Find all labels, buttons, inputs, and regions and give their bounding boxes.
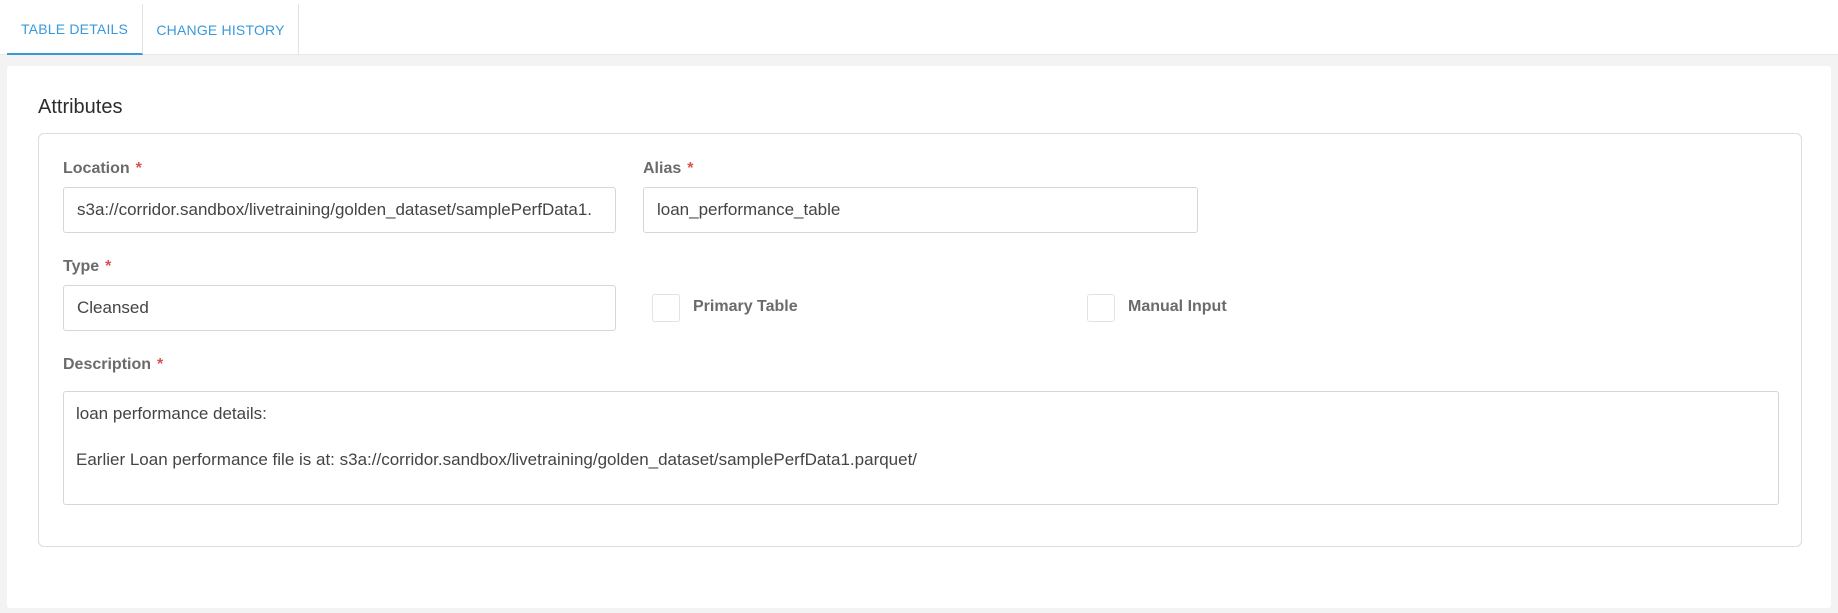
location-label-text: Location [63, 160, 130, 177]
type-label-text: Type [63, 258, 100, 275]
manual-input-label: Manual Input [1128, 298, 1227, 315]
location-label: Location * [63, 160, 142, 178]
type-required-marker: * [105, 258, 112, 275]
description-textarea[interactable]: loan performance details: Earlier Loan p… [63, 391, 1779, 505]
alias-label-text: Alias [643, 160, 682, 177]
description-line-2 [76, 425, 1766, 448]
manual-input-checkbox[interactable] [1087, 294, 1115, 322]
tab-bar: TABLE DETAILS CHANGE HISTORY [0, 0, 1838, 55]
location-value: s3a://corridor.sandbox/livetraining/gold… [77, 200, 593, 219]
type-value: Cleansed [77, 298, 149, 317]
alias-label: Alias * [643, 160, 693, 178]
alias-required-marker: * [687, 160, 694, 177]
tab-change-history[interactable]: CHANGE HISTORY [143, 4, 299, 55]
description-line-3: Earlier Loan performance file is at: s3a… [76, 450, 918, 469]
location-input[interactable]: s3a://corridor.sandbox/livetraining/gold… [63, 187, 616, 233]
primary-table-label: Primary Table [693, 298, 798, 315]
type-label: Type * [63, 258, 111, 276]
description-required-marker: * [157, 356, 164, 373]
description-label-text: Description [63, 356, 152, 373]
alias-input[interactable]: loan_performance_table [643, 187, 1198, 233]
description-label: Description * [63, 356, 163, 374]
attributes-fieldset: Location * s3a://corridor.sandbox/livetra… [38, 133, 1802, 547]
primary-table-checkbox[interactable] [652, 294, 680, 322]
alias-value: loan_performance_table [657, 200, 841, 219]
attributes-title: Attributes [38, 96, 123, 118]
description-line-1: loan performance details: [76, 404, 267, 423]
table-details-panel: Attributes Location * s3a://corridor.sand… [7, 66, 1831, 608]
type-input[interactable]: Cleansed [63, 285, 616, 331]
tab-table-details[interactable]: TABLE DETAILS [7, 4, 143, 55]
location-required-marker: * [135, 160, 142, 177]
